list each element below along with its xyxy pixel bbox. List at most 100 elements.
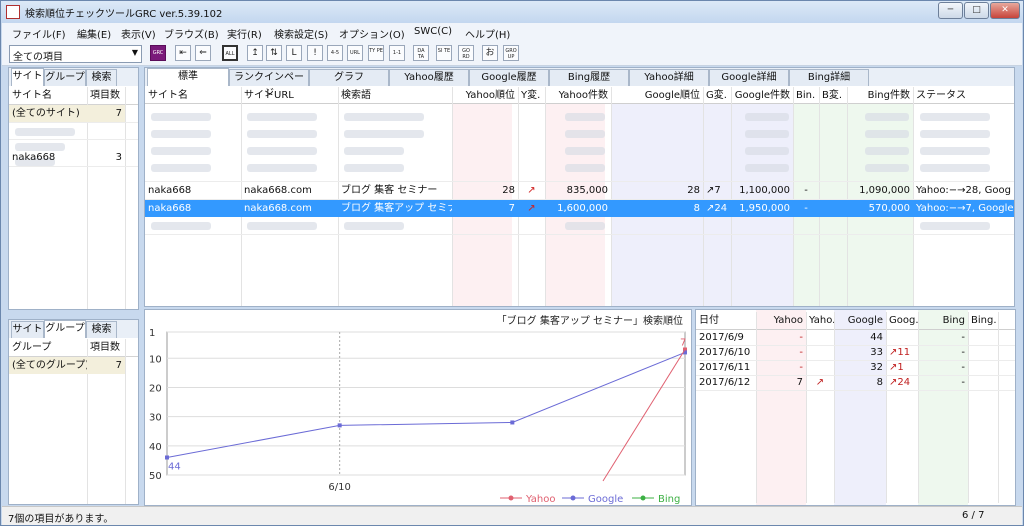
col-google-change[interactable]: Goog. bbox=[886, 312, 918, 329]
col-site-name[interactable]: サイト名 bbox=[9, 87, 87, 104]
col-g-change[interactable]: G変. bbox=[703, 87, 731, 104]
item-filter-select[interactable]: 全ての項目 ▼ bbox=[9, 45, 142, 63]
col-keyword[interactable]: 検索語 bbox=[338, 87, 452, 104]
col-status[interactable]: ステータス bbox=[913, 87, 1013, 104]
table-row-keyword[interactable]: ブログ 集客 セミナー bbox=[338, 182, 452, 199]
menu-run[interactable]: 実行(R) bbox=[227, 26, 262, 41]
yahoo-count: 1,600,000 bbox=[557, 203, 608, 214]
col-date[interactable]: 日付 bbox=[696, 312, 756, 329]
table-row-site[interactable]: naka668 bbox=[145, 200, 241, 217]
bing-count: 570,000 bbox=[868, 203, 910, 214]
sort-button[interactable]: ⇅ bbox=[266, 45, 282, 61]
minimize-button[interactable]: ─ bbox=[938, 2, 963, 19]
group-list-panel: サイト グループ 検索 グループ 項目数 (全てのグループ) 7 bbox=[8, 319, 139, 505]
data-button[interactable]: DA TA bbox=[413, 45, 429, 61]
type-button[interactable]: TY PE bbox=[368, 45, 384, 61]
menu-search-settings[interactable]: 検索設定(S) bbox=[274, 26, 328, 41]
yahoo-rank: 28 bbox=[502, 185, 515, 196]
all-button[interactable]: ALL bbox=[222, 45, 238, 61]
tab-bing-history[interactable]: Bing履歴 bbox=[549, 69, 629, 86]
menu-help[interactable]: ヘルプ(H) bbox=[465, 26, 510, 41]
col-google[interactable]: Google bbox=[834, 312, 886, 329]
col-bing-rank[interactable]: Bin. bbox=[793, 87, 819, 104]
legend-google: Google bbox=[588, 494, 623, 505]
col-google-rank[interactable]: Google順位 bbox=[611, 87, 703, 104]
menu-file[interactable]: ファイル(F) bbox=[12, 26, 66, 41]
alert-button[interactable]: ! bbox=[307, 45, 323, 61]
tab-google-history[interactable]: Google履歴 bbox=[469, 69, 549, 86]
history-yahoo-change bbox=[806, 345, 834, 360]
col-y-change[interactable]: Y変. bbox=[518, 87, 545, 104]
list-item[interactable]: naka668 bbox=[9, 149, 87, 166]
list-item-count: 3 bbox=[115, 152, 122, 163]
tab-search[interactable]: 検索 bbox=[86, 321, 117, 338]
up-button[interactable]: ↥ bbox=[247, 45, 263, 61]
url-button[interactable]: URL bbox=[347, 45, 363, 61]
history-yahoo: - bbox=[799, 362, 803, 373]
maximize-button[interactable]: □ bbox=[964, 2, 989, 19]
col-item-count[interactable]: 項目数 bbox=[87, 339, 125, 356]
table-row-url[interactable]: naka668.com bbox=[241, 200, 338, 217]
table-row-keyword[interactable]: ブログ 集客アップ セミナー bbox=[338, 200, 452, 217]
col-item-count[interactable]: 項目数 bbox=[87, 87, 125, 104]
list-item[interactable]: (全てのグループ) bbox=[9, 357, 87, 374]
tab-group[interactable]: グループ bbox=[44, 320, 86, 338]
tab-standard[interactable]: 標準 bbox=[147, 68, 229, 86]
grc-button[interactable]: GRC bbox=[150, 45, 166, 61]
gord-button[interactable]: GO RD bbox=[458, 45, 474, 61]
tab-group[interactable]: グループ bbox=[44, 69, 86, 86]
tab-site[interactable]: サイト bbox=[11, 321, 44, 338]
tab-google-detail[interactable]: Google詳細 bbox=[709, 69, 789, 86]
history-bing: - bbox=[961, 332, 965, 343]
col-google-count[interactable]: Google件数 bbox=[731, 87, 793, 104]
col-b-change[interactable]: B変. bbox=[819, 87, 847, 104]
first-button[interactable]: ⇤ bbox=[175, 45, 191, 61]
one-one-button[interactable]: 1-1 bbox=[389, 45, 405, 61]
col-yahoo[interactable]: Yahoo bbox=[756, 312, 806, 329]
main-panel: 標準 ランクインページ グラフ Yahoo履歴 Google履歴 Bing履歴 … bbox=[144, 67, 1015, 307]
tab-yahoo-history[interactable]: Yahoo履歴 bbox=[389, 69, 469, 86]
col-yahoo-count[interactable]: Yahoo件数 bbox=[545, 87, 611, 104]
col-bing-change[interactable]: Bing. bbox=[968, 312, 998, 329]
menu-browse[interactable]: ブラウズ(B) bbox=[164, 26, 219, 41]
menu-swc[interactable]: SWC(C) bbox=[414, 26, 452, 37]
rank-range-button[interactable]: 4-5 bbox=[327, 45, 343, 61]
menu-bar: ファイル(F) 編集(E) 表示(V) ブラウズ(B) 実行(R) 検索設定(S… bbox=[2, 23, 1022, 42]
legend-marker bbox=[570, 495, 576, 501]
col-site-url[interactable]: サイトURL bbox=[241, 87, 338, 104]
group-button[interactable]: GRO UP bbox=[503, 45, 519, 61]
menu-options[interactable]: オプション(O) bbox=[339, 26, 405, 41]
menu-edit[interactable]: 編集(E) bbox=[77, 26, 111, 41]
site-button[interactable]: SI TE bbox=[436, 45, 452, 61]
l-button[interactable]: L bbox=[286, 45, 302, 61]
col-yahoo-rank[interactable]: Yahoo順位 bbox=[452, 87, 518, 104]
history-yahoo-change bbox=[806, 360, 834, 375]
tab-yahoo-detail[interactable]: Yahoo詳細 bbox=[629, 69, 709, 86]
close-button[interactable]: ✕ bbox=[990, 2, 1020, 19]
menu-view[interactable]: 表示(V) bbox=[121, 26, 156, 41]
tab-bing-detail[interactable]: Bing詳細 bbox=[789, 69, 869, 86]
tab-search[interactable]: 検索 bbox=[86, 69, 117, 86]
app-icon bbox=[6, 5, 20, 19]
tab-rankin-page[interactable]: ランクインページ bbox=[229, 69, 309, 99]
table-row-url[interactable]: naka668.com bbox=[241, 182, 338, 199]
o-button[interactable]: お bbox=[482, 45, 498, 61]
legend-bing: Bing bbox=[658, 494, 680, 505]
x-tick-label: 6/10 bbox=[328, 482, 350, 493]
col-bing[interactable]: Bing bbox=[918, 312, 968, 329]
history-google-change: ↗1 bbox=[889, 362, 904, 373]
data-point-google bbox=[337, 423, 342, 428]
page-indicator: 6 / 7 bbox=[962, 510, 985, 521]
google-count: 1,100,000 bbox=[739, 185, 790, 196]
list-item[interactable]: (全てのサイト) bbox=[9, 105, 87, 122]
col-bing-count[interactable]: Bing件数 bbox=[847, 87, 913, 104]
col-group[interactable]: グループ bbox=[9, 339, 87, 356]
col-site-name[interactable]: サイト名 bbox=[145, 87, 241, 104]
prev-button[interactable]: ⇐ bbox=[195, 45, 211, 61]
history-bing-change bbox=[968, 360, 998, 375]
tab-site[interactable]: サイト bbox=[11, 68, 44, 86]
col-yahoo-change[interactable]: Yaho. bbox=[806, 312, 834, 329]
tab-graph[interactable]: グラフ bbox=[309, 69, 389, 86]
table-row-site[interactable]: naka668 bbox=[145, 182, 241, 199]
rank-chart-panel: 「ブログ 集客アップ セミナー」検索順位 1 10 20 30 40 50 6/10 44 7 Y… bbox=[144, 309, 692, 506]
